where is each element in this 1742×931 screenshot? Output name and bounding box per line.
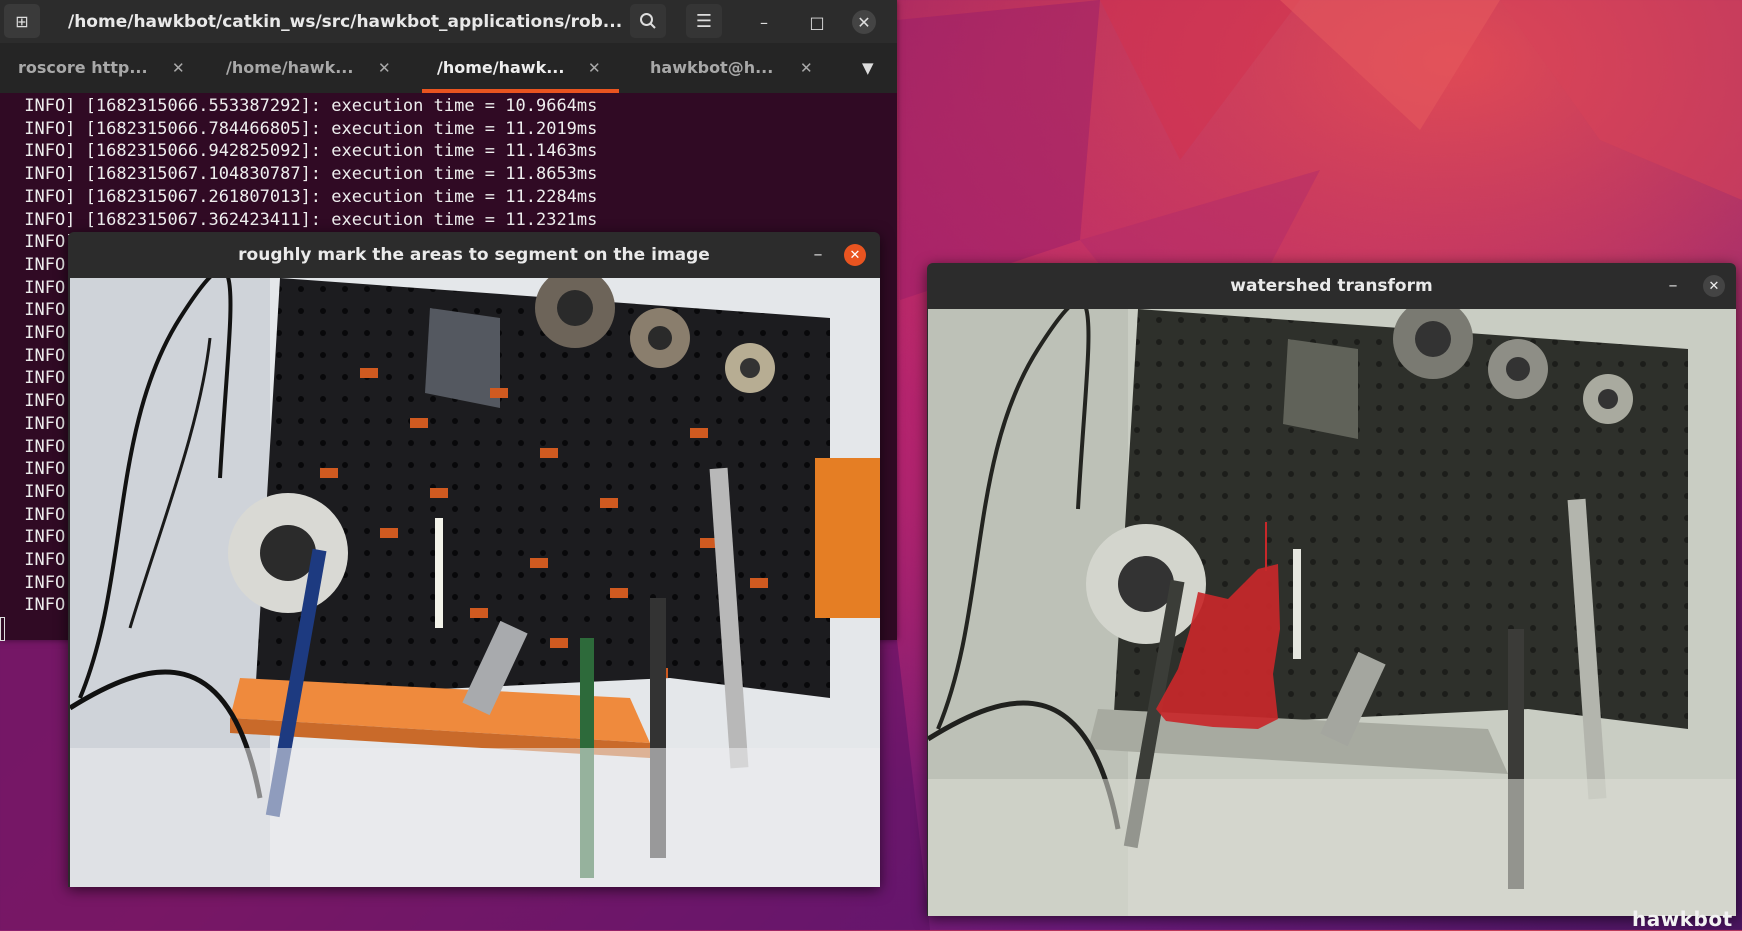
terminal-line: INFO] <box>14 504 76 525</box>
tab-hawkbot[interactable]: hawkbot@h... <box>650 43 773 93</box>
watershed-image <box>928 309 1736 916</box>
terminal-line: INFO] <box>14 595 76 616</box>
watershed-result <box>928 309 1736 916</box>
watershed-window-close-button[interactable]: ✕ <box>1703 275 1725 297</box>
terminal-line: INFO] <box>14 436 76 457</box>
close-icon: ✕ <box>378 59 391 77</box>
terminal-line: INFO] <box>14 277 76 298</box>
close-icon: ✕ <box>1708 278 1720 294</box>
tab-roscore[interactable]: roscore http... <box>18 43 148 93</box>
mark-window-title: roughly mark the areas to segment on the… <box>238 245 710 265</box>
camera-image[interactable] <box>70 278 880 887</box>
maximize-icon: □ <box>809 12 825 32</box>
terminal-line: INFO] <box>14 391 76 412</box>
terminal-line: INFO] <box>14 481 76 502</box>
tab-home-1[interactable]: /home/hawk... <box>226 43 353 93</box>
search-icon <box>640 13 656 29</box>
mark-window-minimize-button[interactable]: – <box>808 244 828 266</box>
hamburger-menu-icon: ☰ <box>695 10 713 32</box>
watermark-logo: hawkbot <box>1632 907 1733 931</box>
close-icon: ✕ <box>588 59 601 77</box>
search-button[interactable] <box>630 4 666 38</box>
close-icon: ✕ <box>849 247 861 263</box>
terminal-line: INFO] <box>14 550 76 570</box>
terminal-line: INFO] [1682315067.104830787]: execution … <box>14 164 598 185</box>
pegboard-photo <box>70 278 880 887</box>
close-button[interactable]: ✕ <box>852 10 876 34</box>
watershed-window-title: watershed transform <box>1230 276 1433 296</box>
watershed-window: watershed transform – ✕ <box>927 263 1736 916</box>
terminal-line: INFO] <box>14 572 76 593</box>
close-icon: ✕ <box>800 59 813 77</box>
terminal-line: INFO] <box>14 413 76 434</box>
tab-close-button[interactable]: ✕ <box>172 43 185 93</box>
minimize-icon: – <box>760 12 768 32</box>
terminal-line: INFO] <box>14 323 76 343</box>
minimize-button[interactable]: – <box>752 10 776 34</box>
terminal-line: INFO] [1682315067.261807013]: execution … <box>14 186 598 207</box>
terminal-header: ⊞ /home/hawkbot/catkin_ws/src/hawkbot_ap… <box>0 0 897 43</box>
new-tab-icon: ⊞ <box>15 11 29 31</box>
tab-close-button[interactable]: ✕ <box>378 43 391 93</box>
watershed-window-minimize-button[interactable]: – <box>1663 275 1683 297</box>
mark-window-close-button[interactable]: ✕ <box>844 244 866 266</box>
chevron-down-icon: ▼ <box>862 59 874 77</box>
terminal-line: INFO] [1682315067.362423411]: execution … <box>14 209 598 230</box>
terminal-line: INFO] <box>14 300 76 321</box>
terminal-tabs: roscore http... ✕ /home/hawk... ✕ /home/… <box>0 43 897 93</box>
terminal-line: INFO] <box>14 232 76 253</box>
close-icon: ✕ <box>857 12 871 32</box>
terminal-line: INFO] [1682315066.784466805]: execution … <box>14 118 598 139</box>
terminal-line: INFO] [1682315066.553387292]: execution … <box>14 96 598 116</box>
menu-button[interactable]: ☰ <box>686 4 722 38</box>
minimize-icon: – <box>813 244 823 265</box>
tab-home-2[interactable]: /home/hawk... <box>437 43 564 93</box>
terminal-line: INFO] [1682315066.942825092]: execution … <box>14 141 598 162</box>
terminal-line: INFO] <box>14 527 76 548</box>
terminal-line: INFO] <box>14 345 76 366</box>
terminal-cursor <box>0 617 5 641</box>
minimize-icon: – <box>1668 275 1678 296</box>
terminal-line: INFO] <box>14 368 76 389</box>
terminal-line: INFO] <box>14 459 76 480</box>
terminal-line: INFO] <box>14 254 76 275</box>
tab-close-button[interactable]: ✕ <box>588 43 601 93</box>
tab-list-button[interactable]: ▼ <box>862 43 874 93</box>
mark-areas-window: roughly mark the areas to segment on the… <box>68 232 880 887</box>
tab-close-button[interactable]: ✕ <box>800 43 813 93</box>
close-icon: ✕ <box>172 59 185 77</box>
maximize-button[interactable]: □ <box>805 10 829 34</box>
new-tab-button[interactable]: ⊞ <box>4 4 40 38</box>
terminal-title: /home/hawkbot/catkin_ws/src/hawkbot_appl… <box>68 11 623 32</box>
